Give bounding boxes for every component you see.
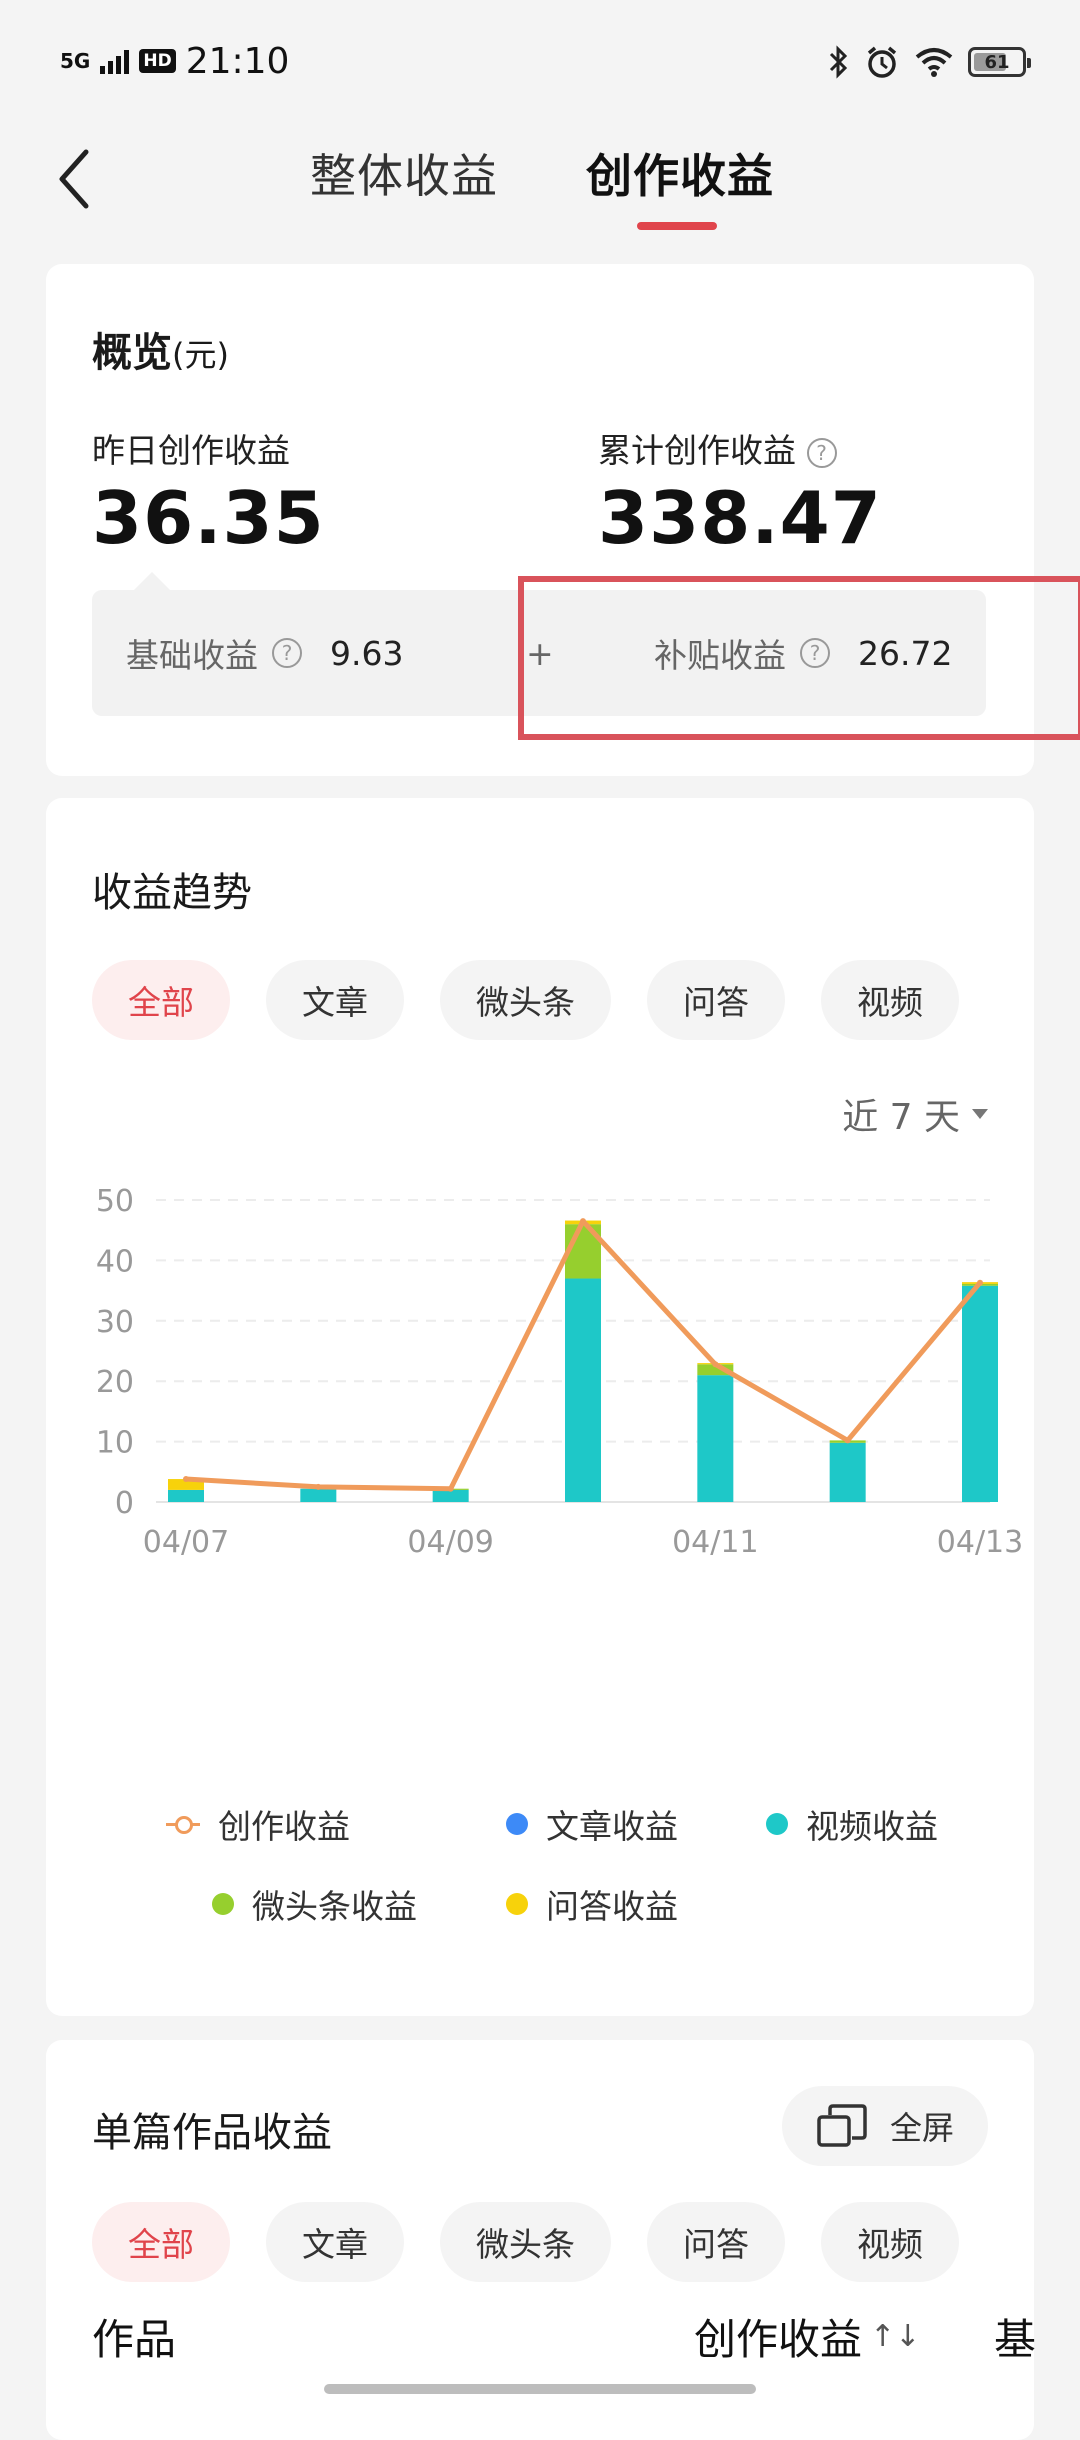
filter-chip-qa[interactable]: 问答 (647, 960, 785, 1040)
x-tick-label: 04/07 (143, 1525, 229, 1560)
total-income-label: 累计创作收益 ? (598, 424, 837, 472)
blue-dot-icon (506, 1813, 528, 1835)
bar-segment (565, 1278, 601, 1502)
active-tab-indicator (637, 222, 717, 230)
line-point (183, 1476, 189, 1483)
line-point (315, 1483, 322, 1490)
works-chip-all[interactable]: 全部 (92, 2202, 230, 2282)
legend-video-income: 视频收益 (766, 1800, 938, 1848)
trend-filter-chips: 全部 文章 微头条 问答 视频 (92, 960, 959, 1040)
bar-segment (168, 1489, 204, 1502)
column-header-partial: 基 (994, 2315, 1037, 2364)
y-tick-label: 20 (96, 1365, 134, 1400)
help-icon[interactable]: ? (272, 638, 302, 668)
back-arrow-icon[interactable] (52, 144, 112, 214)
works-filter-chips: 全部 文章 微头条 问答 视频 (92, 2202, 959, 2282)
works-chip-micro[interactable]: 微头条 (440, 2202, 611, 2282)
legend-qa-income: 问答收益 (506, 1880, 678, 1928)
x-tick-label: 04/11 (672, 1525, 758, 1560)
help-icon[interactable]: ? (806, 437, 837, 468)
cyan-dot-icon (766, 1813, 788, 1835)
fullscreen-icon (817, 2104, 867, 2147)
y-tick-label: 0 (115, 1486, 134, 1521)
column-header-income[interactable]: 创作收益 ↑↓ (694, 2306, 920, 2367)
y-tick-label: 30 (96, 1305, 134, 1340)
yesterday-income-value: 36.35 (92, 476, 325, 560)
bar-segment (697, 1375, 734, 1502)
line-point (977, 1279, 983, 1286)
works-title: 单篇作品收益 (92, 2110, 332, 2156)
bluetooth-icon (829, 45, 848, 79)
legend-article-income: 文章收益 (506, 1800, 678, 1848)
wifi-icon (915, 48, 953, 77)
base-income-label: 基础收益 (126, 636, 258, 675)
bar-segment (432, 1489, 469, 1502)
y-tick-label: 10 (96, 1426, 134, 1461)
filter-chip-video[interactable]: 视频 (821, 960, 959, 1040)
tab-overall-income[interactable]: 整体收益 (310, 140, 498, 206)
green-dot-icon (212, 1893, 234, 1915)
y-tick-label: 40 (96, 1244, 134, 1279)
overview-title: 概览(元) (92, 330, 229, 376)
x-tick-label: 04/09 (407, 1525, 493, 1560)
line-marker-icon (166, 1813, 200, 1835)
y-tick-label: 50 (96, 1184, 134, 1219)
fullscreen-button[interactable]: 全屏 (782, 2086, 988, 2166)
overview-unit: (元) (172, 336, 229, 374)
filter-chip-article[interactable]: 文章 (266, 960, 404, 1040)
overview-card: 概览(元) 昨日创作收益 36.35 累计创作收益 ? 338.47 基础收益 … (46, 264, 1080, 776)
base-income-value: 9.63 (330, 633, 404, 673)
line-point (447, 1485, 454, 1492)
range-selector[interactable]: 近 7 天 (842, 1088, 988, 1140)
bar-segment (962, 1285, 998, 1502)
x-tick-label: 04/13 (937, 1525, 1023, 1560)
home-indicator[interactable] (324, 2384, 756, 2394)
hd-badge: HD (139, 49, 176, 73)
bar-segment (300, 1488, 337, 1502)
yesterday-income-label: 昨日创作收益 (92, 431, 290, 470)
sort-icon: ↑↓ (870, 2319, 921, 2354)
works-chip-video[interactable]: 视频 (821, 2202, 959, 2282)
line-point (844, 1437, 851, 1444)
trend-card: 收益趋势 全部 文章 微头条 问答 视频 近 7 天 0 10 20 30 40 50 04… (46, 798, 1034, 2016)
filter-chip-micro[interactable]: 微头条 (440, 960, 611, 1040)
alarm-icon (867, 46, 897, 78)
signal-icon (100, 48, 130, 74)
filter-chip-all[interactable]: 全部 (92, 960, 230, 1040)
top-nav: 整体收益 创作收益 (0, 120, 1080, 240)
dropdown-arrow-icon (972, 1109, 988, 1119)
legend-creation-income: 创作收益 (166, 1800, 350, 1848)
highlight-box (518, 576, 1080, 740)
works-chip-qa[interactable]: 问答 (647, 2202, 785, 2282)
line-point (580, 1218, 586, 1225)
line-point (712, 1361, 719, 1368)
legend-micro-income: 微头条收益 (212, 1880, 417, 1928)
income-breakdown: 基础收益 ? 9.63 + 补贴收益 ? 26.72 (92, 576, 1080, 740)
status-bar: 5G HD 21:10 61 (0, 0, 1080, 120)
column-header-work: 作品 (92, 2315, 177, 2364)
status-time: 21:10 (185, 40, 290, 82)
total-income-value: 338.47 (598, 476, 882, 560)
works-card: 单篇作品收益 全屏 全部 文章 微头条 问答 视频 作品 创作收益 ↑↓ 基 (46, 2040, 1037, 2440)
income-trend-chart: 0 10 20 30 40 50 04/07 04/09 04/11 04/13 (96, 1184, 1023, 1560)
battery-icon: 61 (968, 47, 1031, 77)
trend-title: 收益趋势 (92, 870, 252, 916)
bar-segment (829, 1442, 866, 1502)
works-chip-article[interactable]: 文章 (266, 2202, 404, 2282)
network-type: 5G (60, 49, 91, 73)
pointer-arrow (134, 572, 170, 590)
yellow-dot-icon (506, 1893, 528, 1915)
tab-creation-income[interactable]: 创作收益 (586, 140, 774, 206)
